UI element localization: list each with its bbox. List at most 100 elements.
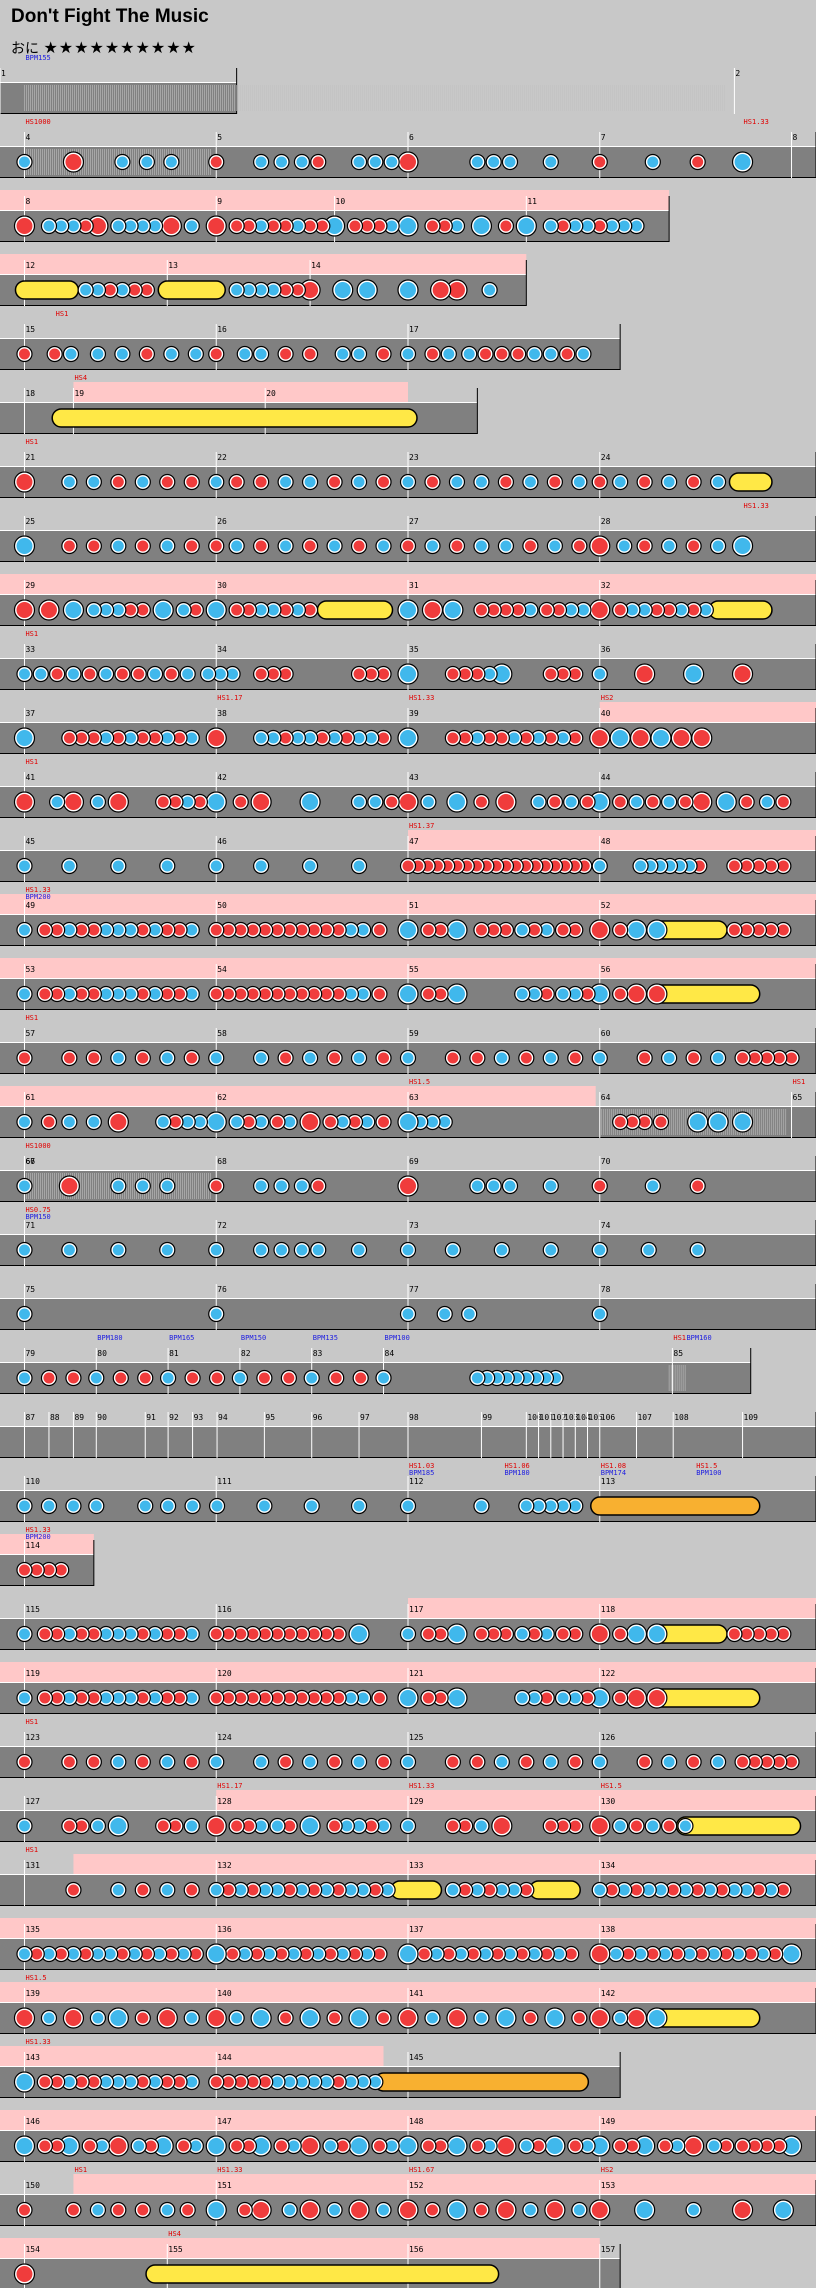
ka-note	[475, 1820, 487, 1832]
don-note	[115, 1372, 127, 1384]
don-note	[43, 1116, 55, 1128]
big-ka-note	[351, 2138, 368, 2154]
don-note	[222, 2076, 234, 2088]
ka-note	[100, 988, 112, 1000]
ka-note	[353, 348, 365, 360]
don-note	[443, 1948, 455, 1960]
ka-note	[182, 796, 194, 808]
measure-number: 41	[25, 773, 35, 782]
don-note	[210, 348, 222, 360]
ka-note	[357, 988, 369, 1000]
ka-note	[341, 1820, 353, 1832]
big-ka-note	[448, 1690, 465, 1706]
ka-note	[337, 1948, 349, 1960]
measure-number: 39	[409, 709, 419, 718]
don-note	[373, 988, 385, 1000]
ka-note	[439, 1308, 451, 1320]
ka-note	[357, 1692, 369, 1704]
don-note	[329, 1820, 341, 1832]
ka-note	[63, 1628, 75, 1640]
big-don-note	[591, 1946, 608, 1962]
measure-number: 50	[217, 901, 227, 910]
measure-number: 18	[25, 389, 35, 398]
big-don-note	[636, 666, 653, 682]
don-note	[231, 2140, 243, 2152]
scroll-change-label: HS1000	[25, 118, 50, 126]
don-note	[541, 604, 553, 616]
ka-note	[369, 2076, 381, 2088]
ka-note	[125, 2076, 137, 2088]
don-note	[283, 1372, 295, 1384]
don-note	[402, 540, 414, 552]
chart-row: 79 80 81 82 83 84 85 BPM180 BPM165 BPM150 BPM135 BP…	[0, 1334, 752, 1394]
ka-note	[116, 348, 128, 360]
ka-note	[324, 2140, 336, 2152]
don-note	[76, 1692, 88, 1704]
ka-note	[100, 1692, 112, 1704]
ka-note	[345, 988, 357, 1000]
don-note	[88, 1052, 100, 1064]
scroll-change-label: HS1.33	[217, 2166, 242, 2174]
don-note	[622, 1948, 634, 1960]
ka-note	[545, 1756, 557, 1768]
ka-note	[162, 1372, 174, 1384]
ka-note	[528, 1692, 540, 1704]
measure-number: 44	[601, 773, 611, 782]
ka-note	[18, 1500, 30, 1512]
measure-number: 119	[25, 1669, 40, 1678]
don-note	[737, 1052, 749, 1064]
don-note	[524, 540, 536, 552]
ka-note	[475, 1500, 487, 1512]
don-note	[614, 604, 626, 616]
don-note	[174, 1628, 186, 1640]
don-note	[512, 348, 524, 360]
big-ka-note	[734, 1114, 751, 1130]
don-note	[280, 1756, 292, 1768]
measure-number: 92	[169, 1413, 179, 1422]
don-note	[296, 1628, 308, 1640]
big-don-note	[546, 2202, 563, 2218]
ka-note	[630, 220, 642, 232]
don-note	[308, 988, 320, 1000]
chart-row: 115 116 117 118	[0, 1598, 816, 1650]
don-note	[284, 924, 296, 936]
big-ka-note	[110, 1818, 127, 1834]
ka-note	[92, 2204, 104, 2216]
ka-note	[161, 1756, 173, 1768]
big-don-note	[591, 2202, 608, 2218]
ka-note	[524, 476, 536, 488]
bpm-change-label: BPM150	[25, 1213, 50, 1221]
measure-number: 150	[25, 2181, 40, 2190]
ka-note	[455, 1948, 467, 1960]
measure-number: 55	[409, 965, 419, 974]
ka-note	[125, 1628, 137, 1640]
bpm-change-label: BPM165	[169, 1334, 194, 1342]
don-note	[267, 668, 279, 680]
don-note	[753, 924, 765, 936]
chart-row: 29 30 31 32	[0, 574, 816, 626]
don-note	[614, 1692, 626, 1704]
ka-note	[533, 796, 545, 808]
don-note	[243, 604, 255, 616]
big-ka-note	[400, 602, 416, 618]
don-note	[459, 668, 471, 680]
measure-number: 90	[97, 1413, 107, 1422]
ka-note	[125, 220, 137, 232]
measure-number: 88	[50, 1413, 60, 1422]
don-note	[422, 1692, 434, 1704]
bpm-change-label: BPM150	[241, 1334, 266, 1342]
ka-note	[402, 348, 414, 360]
don-note	[280, 220, 292, 232]
ka-note	[255, 1052, 267, 1064]
don-note	[255, 476, 267, 488]
don-note	[639, 1116, 651, 1128]
ka-note	[304, 1052, 316, 1064]
ka-note	[304, 732, 316, 744]
measure-number: 34	[217, 645, 227, 654]
ka-note	[43, 2012, 55, 2024]
gogo-band	[73, 1854, 816, 1874]
don-note	[496, 348, 508, 360]
don-note	[55, 1564, 67, 1576]
ka-note	[618, 220, 630, 232]
ka-note	[647, 1180, 659, 1192]
